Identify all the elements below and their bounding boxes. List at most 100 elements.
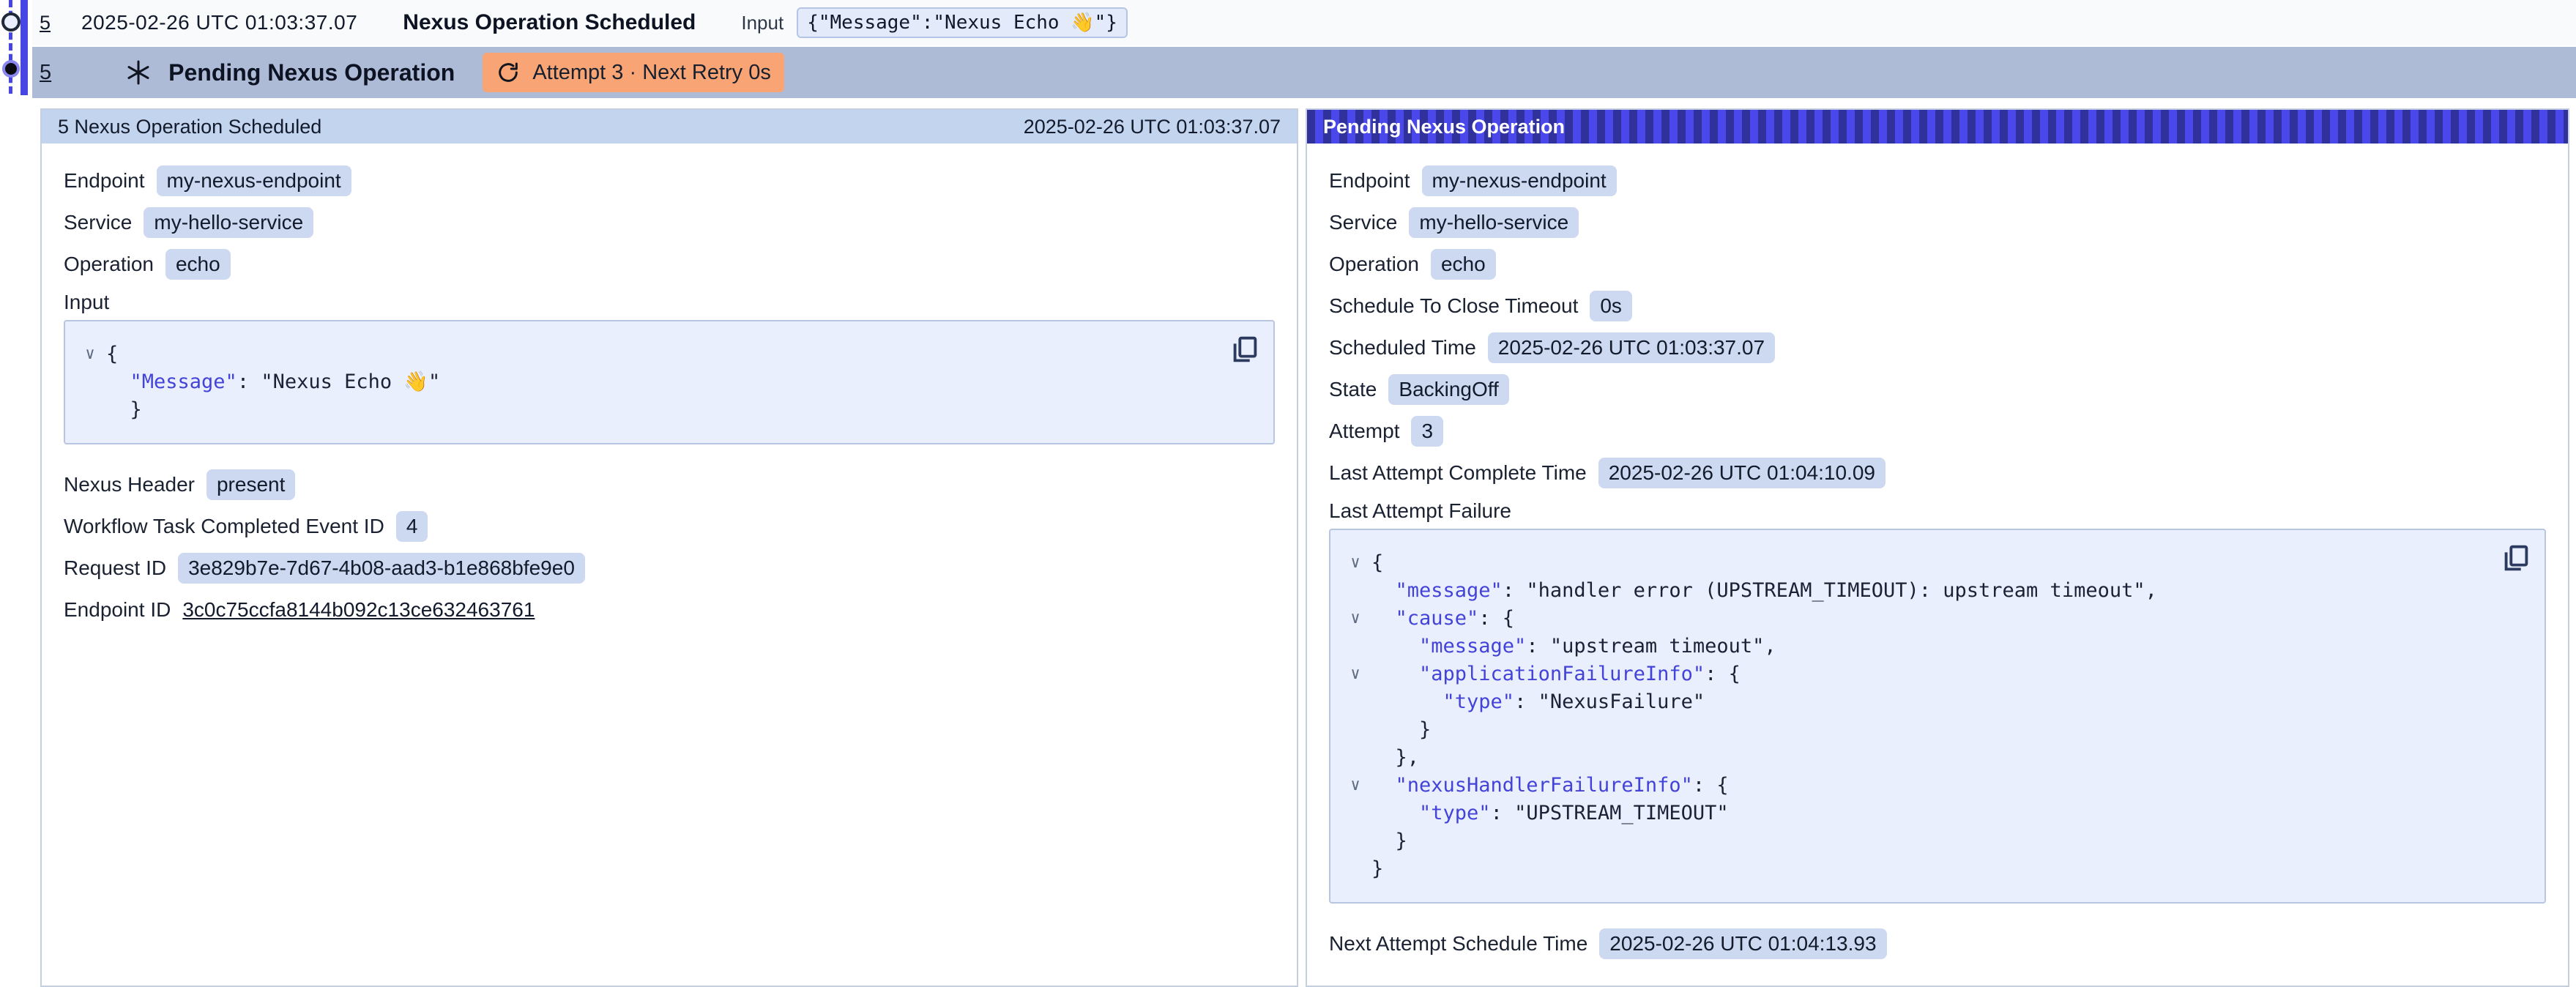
field-label: Service	[1329, 211, 1397, 234]
field-endpoint-id: Endpoint ID3c0c75ccfa8144b092c13ce632463…	[64, 589, 1275, 630]
json-value: : "handler error (UPSTREAM_TIMEOUT): ups…	[1503, 579, 2157, 602]
copy-failure-button[interactable]	[2499, 542, 2533, 576]
field-value-badge: 4	[396, 511, 428, 542]
json-value: }	[1371, 857, 1383, 880]
json-value: : {	[1478, 607, 1514, 630]
copy-input-button[interactable]	[1228, 333, 1262, 367]
json-line-content: }	[1371, 855, 1383, 883]
json-line-content: "Message": "Nexus Echo 👋"	[106, 368, 440, 396]
event-input-label: Input	[741, 12, 783, 34]
json-line: ∨"nexusHandlerFailureInfo": {	[1339, 772, 2530, 800]
field-label: Next Attempt Schedule Time	[1329, 932, 1587, 956]
json-key: "type"	[1419, 802, 1491, 824]
json-line: "message": "upstream timeout",	[1339, 633, 2530, 660]
json-line: "type": "UPSTREAM_TIMEOUT"	[1339, 800, 2530, 827]
collapse-chevron-icon[interactable]: ∨	[1339, 660, 1371, 688]
json-line: ∨{	[1339, 549, 2530, 577]
field-value-badge: my-hello-service	[1409, 207, 1579, 238]
json-value: : "Nexus Echo 👋"	[237, 370, 440, 393]
field-state: State BackingOff	[1329, 368, 2546, 410]
pending-fields-after: Next Attempt Schedule Time2025-02-26 UTC…	[1329, 923, 2546, 964]
failure-section-label: Last Attempt Failure	[1329, 494, 2546, 529]
pending-panel-title: Pending Nexus Operation	[1323, 116, 1565, 138]
input-json-viewer: ∨{ "Message": "Nexus Echo 👋"}	[64, 320, 1275, 444]
field-workflow-task-completed-event-id: Workflow Task Completed Event ID 4	[64, 505, 1275, 547]
field-value-badge: my-nexus-endpoint	[1422, 165, 1617, 196]
json-value: },	[1396, 746, 1420, 769]
json-gutter	[1339, 744, 1371, 772]
collapse-chevron-icon[interactable]: ∨	[1339, 605, 1371, 633]
json-value: : "NexusFailure"	[1514, 690, 1705, 713]
json-value: {	[106, 343, 118, 365]
json-key: "message"	[1396, 579, 1503, 602]
field-label: Schedule To Close Timeout	[1329, 294, 1578, 318]
field-label: Request ID	[64, 556, 166, 580]
json-value: }	[1396, 830, 1407, 852]
json-line-content: "type": "UPSTREAM_TIMEOUT"	[1371, 800, 1729, 827]
field-value-link[interactable]: 3c0c75ccfa8144b092c13ce632463761	[182, 598, 535, 622]
field-label: State	[1329, 378, 1377, 401]
json-line-content: "message": "handler error (UPSTREAM_TIME…	[1371, 577, 2157, 605]
json-line: }	[74, 396, 1259, 424]
json-gutter	[1339, 577, 1371, 605]
json-line: "message": "handler error (UPSTREAM_TIME…	[1339, 577, 2530, 605]
json-line-content: "applicationFailureInfo": {	[1371, 660, 1741, 688]
field-label: Nexus Header	[64, 473, 195, 496]
field-label: Operation	[1329, 253, 1419, 276]
field-value-badge: my-hello-service	[144, 207, 313, 238]
field-value-badge: 2025-02-26 UTC 01:03:37.07	[1488, 332, 1775, 363]
json-key: "applicationFailureInfo"	[1419, 663, 1705, 685]
field-label: Scheduled Time	[1329, 336, 1476, 360]
field-value-badge: 3	[1411, 416, 1443, 447]
timeline-event-marker-open	[1, 12, 21, 31]
json-key: "message"	[1419, 635, 1526, 658]
collapse-chevron-icon[interactable]: ∨	[1339, 772, 1371, 800]
failure-json-viewer: ∨{"message": "handler error (UPSTREAM_TI…	[1329, 529, 2546, 904]
json-line-content: }	[1371, 716, 1431, 744]
json-key: "type"	[1443, 690, 1515, 713]
json-value: }	[130, 398, 142, 421]
json-line-content: {	[106, 340, 118, 368]
retry-icon	[496, 60, 521, 85]
json-line-content: },	[1371, 744, 1419, 772]
copy-icon	[2499, 542, 2533, 576]
field-schedule-to-close-timeout: Schedule To Close Timeout 0s	[1329, 285, 2546, 327]
field-endpoint: Endpoint my-nexus-endpoint	[64, 160, 1275, 201]
field-label: Endpoint	[1329, 169, 1410, 193]
event-id-link[interactable]: 5	[40, 12, 51, 34]
field-operation: Operationecho	[64, 243, 1275, 285]
field-service: Servicemy-hello-service	[64, 201, 1275, 243]
field-label: Workflow Task Completed Event ID	[64, 515, 384, 538]
json-line: }	[1339, 716, 2530, 744]
json-line-content: "cause": {	[1371, 605, 1514, 633]
json-line: ∨"applicationFailureInfo": {	[1339, 660, 2530, 688]
field-service: Service my-hello-service	[1329, 201, 2546, 243]
collapse-chevron-icon[interactable]: ∨	[74, 340, 106, 368]
field-value-badge: 0s	[1590, 291, 1632, 321]
event-input-value: {"Message":"Nexus Echo 👋"}	[797, 7, 1128, 38]
field-scheduled-time: Scheduled Time 2025-02-26 UTC 01:03:37.07	[1329, 327, 2546, 368]
json-value: : {	[1705, 663, 1741, 685]
attempt-badge-text: Attempt 3 · Next Retry 0s	[532, 61, 771, 85]
pending-operation-row[interactable]: 5 Pending Nexus Operation Attempt 3 · Ne…	[32, 47, 2576, 98]
collapse-chevron-icon[interactable]: ∨	[1339, 549, 1371, 577]
event-summary-row[interactable]: 5 2025-02-26 UTC 01:03:37.07 Nexus Opera…	[32, 0, 2576, 45]
field-value-badge: present	[206, 469, 295, 500]
json-value: : {	[1693, 774, 1729, 797]
event-detail-panels: 5 Nexus Operation Scheduled 2025-02-26 U…	[40, 108, 2569, 987]
field-value-badge: echo	[165, 249, 231, 280]
field-request-id: Request ID3e829b7e-7d67-4b08-aad3-b1e868…	[64, 547, 1275, 589]
field-operation: Operation echo	[1329, 243, 2546, 285]
pending-event-id-link[interactable]: 5	[40, 61, 51, 85]
json-key: "Message"	[130, 370, 237, 393]
scheduled-event-panel: 5 Nexus Operation Scheduled 2025-02-26 U…	[40, 108, 1298, 987]
field-value-badge: my-nexus-endpoint	[157, 165, 351, 196]
field-value-badge: BackingOff	[1388, 374, 1508, 405]
json-line: }	[1339, 827, 2530, 855]
field-value-badge: echo	[1431, 249, 1496, 280]
json-value: }	[1419, 718, 1431, 741]
field-label: Endpoint	[64, 169, 145, 193]
json-gutter	[74, 368, 106, 396]
json-line-content: }	[106, 396, 142, 424]
event-title: Nexus Operation Scheduled	[403, 10, 696, 35]
